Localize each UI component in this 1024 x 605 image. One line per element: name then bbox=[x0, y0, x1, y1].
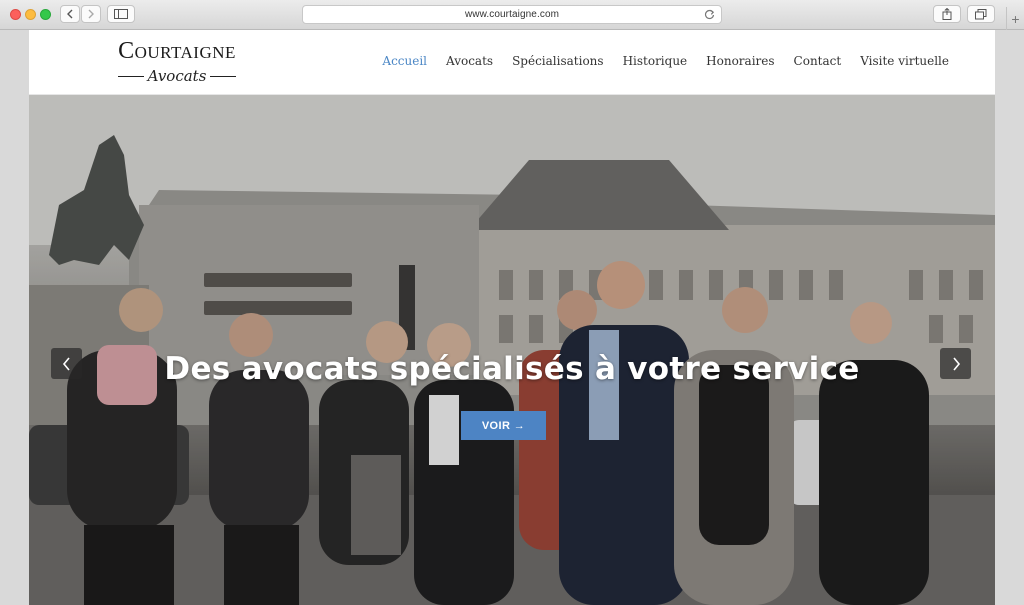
logo-brand-name: Courtaigne bbox=[118, 38, 236, 64]
web-page: Courtaigne Avocats Accueil Avocats Spéci… bbox=[29, 30, 995, 605]
browser-toolbar: www.courtaigne.com + bbox=[0, 0, 1024, 30]
zoom-window-button[interactable] bbox=[40, 9, 51, 20]
tabs-icon bbox=[975, 8, 987, 19]
nav-item-specialisations[interactable]: Spécialisations bbox=[512, 54, 603, 68]
sidebar-button[interactable] bbox=[107, 5, 135, 23]
nav-item-honoraires[interactable]: Honoraires bbox=[706, 54, 774, 68]
slider-next-button[interactable] bbox=[940, 348, 971, 379]
share-icon bbox=[942, 8, 952, 20]
hero-slider: Des avocats spécialisés à votre service … bbox=[29, 95, 995, 605]
reload-icon[interactable] bbox=[704, 9, 715, 20]
logo-divider bbox=[210, 75, 237, 77]
window-right-gutter bbox=[995, 30, 1024, 605]
nav-item-accueil[interactable]: Accueil bbox=[382, 54, 427, 68]
new-tab-button[interactable]: + bbox=[1006, 7, 1024, 30]
site-logo[interactable]: Courtaigne Avocats bbox=[107, 36, 247, 92]
share-button[interactable] bbox=[933, 5, 961, 23]
voir-button[interactable]: VOIR → bbox=[461, 411, 546, 440]
main-navigation: Accueil Avocats Spécialisations Historiq… bbox=[363, 54, 949, 68]
hero-title: Des avocats spécialisés à votre service bbox=[164, 351, 860, 387]
chevron-left-icon bbox=[62, 356, 70, 371]
sidebar-icon bbox=[114, 9, 128, 19]
nav-item-contact[interactable]: Contact bbox=[794, 54, 842, 68]
hero-photo bbox=[29, 95, 995, 605]
logo-subtitle-row: Avocats bbox=[107, 66, 247, 86]
chevron-right-icon bbox=[88, 9, 94, 19]
logo-divider bbox=[117, 75, 144, 77]
close-window-button[interactable] bbox=[10, 9, 21, 20]
url-text: www.courtaigne.com bbox=[464, 9, 560, 20]
site-header: Courtaigne Avocats Accueil Avocats Spéci… bbox=[29, 30, 995, 95]
logo-subtitle: Avocats bbox=[147, 67, 207, 85]
nav-item-avocats[interactable]: Avocats bbox=[446, 54, 493, 68]
back-button[interactable] bbox=[60, 5, 80, 23]
slider-prev-button[interactable] bbox=[51, 348, 82, 379]
address-bar[interactable]: www.courtaigne.com bbox=[302, 5, 722, 24]
tabs-overview-button[interactable] bbox=[967, 5, 995, 23]
minimize-window-button[interactable] bbox=[25, 9, 36, 20]
chevron-right-icon bbox=[952, 356, 960, 371]
nav-item-visite-virtuelle[interactable]: Visite virtuelle bbox=[860, 54, 949, 68]
chevron-left-icon bbox=[67, 9, 73, 19]
forward-button[interactable] bbox=[81, 5, 101, 23]
nav-item-historique[interactable]: Historique bbox=[623, 54, 688, 68]
